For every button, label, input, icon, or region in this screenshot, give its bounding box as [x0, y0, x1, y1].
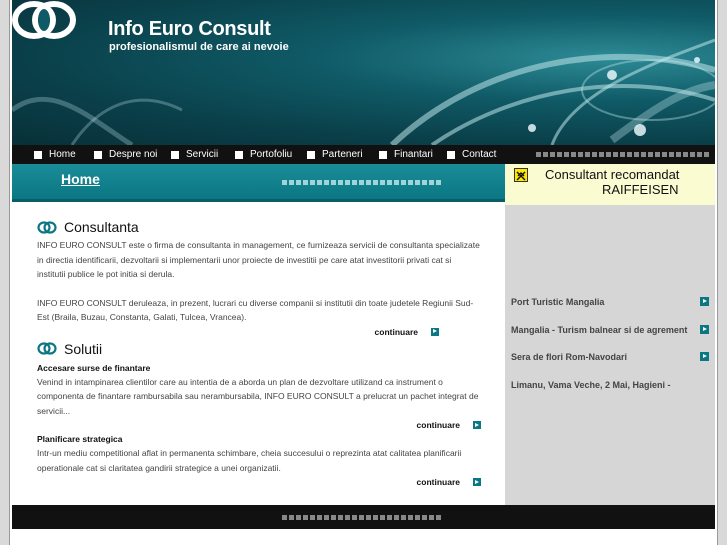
continuare-link-finantare[interactable]: continuare [37, 420, 481, 430]
solutii-subhead-finantare: Accesare surse de finantare [37, 362, 151, 373]
logo-icon [12, 1, 76, 39]
section-header-bar: Home [12, 164, 505, 202]
nav-label: Contact [462, 149, 497, 160]
bullet-icon [171, 150, 179, 159]
heading-text: Consultanta [64, 219, 139, 235]
nav-item-parteneri[interactable]: Parteneri [307, 149, 363, 160]
nav-label: Finantari [394, 149, 433, 160]
solutii-text-finantare: Venind in intampinarea clientilor care a… [37, 376, 479, 416]
promo-raiffeisen[interactable]: Consultant recomandat RAIFFEISEN [505, 164, 715, 205]
page: Info Euro Consult profesionalismul de ca… [0, 0, 727, 545]
nav-item-despre-noi[interactable]: Despre noi [94, 149, 157, 160]
footer-decorative-dots [282, 515, 441, 520]
continuare-label: continuare [416, 420, 460, 430]
bullet-icon [34, 150, 42, 159]
arrow-right-icon [700, 352, 709, 361]
bullet-icon [447, 150, 455, 159]
sidebar-link-label: Sera de flori Rom-Navodari [511, 352, 628, 362]
promo-line-2: RAIFFEISEN [602, 182, 679, 197]
nav-item-finantari[interactable]: Finantari [379, 149, 433, 160]
nav-item-portofoliu[interactable]: Portofoliu [235, 149, 292, 160]
nav-item-contact[interactable]: Contact [447, 149, 496, 160]
logo-small-icon [37, 220, 57, 234]
brand-subtitle: profesionalismul de care ai nevoie [109, 41, 289, 53]
sidebar-link-port-mangalia[interactable]: Port Turistic Mangalia [511, 297, 709, 307]
solutii-text-planificare: Intr-un mediu competitional aflat in per… [37, 448, 462, 473]
sidebar-link-label: Limanu, Vama Veche, 2 Mai, Hagieni - [511, 380, 671, 390]
nav-decorative-dots [536, 152, 709, 157]
arrow-right-icon [431, 327, 439, 336]
consultanta-paragraph-1: INFO EURO CONSULT este o firma de consul… [37, 240, 480, 279]
arrow-right-icon [700, 297, 709, 306]
promo-line-1: Consultant recomandat [545, 167, 680, 182]
page-title: Home [61, 171, 100, 187]
main-content: Consultanta INFO EURO CONSULT este o fir… [37, 219, 481, 487]
nav-item-servicii[interactable]: Servicii [171, 149, 218, 160]
header-banner: Info Euro Consult profesionalismul de ca… [12, 0, 715, 145]
bullet-icon [235, 150, 243, 159]
sidebar-link-label: Mangalia - Turism balnear si de agrement [511, 325, 688, 335]
nav-label: Servicii [186, 149, 219, 160]
continuare-label: continuare [374, 326, 418, 337]
continuare-link-planificare[interactable]: continuare [37, 477, 481, 487]
sidebar-link-mangalia-turism[interactable]: Mangalia - Turism balnear si de agrement [511, 325, 709, 335]
sidebar-link-limanu[interactable]: Limanu, Vama Veche, 2 Mai, Hagieni - [511, 380, 709, 390]
solutii-heading: Solutii [37, 341, 481, 357]
main-nav: Home Despre noi Servicii Portofoliu Part… [12, 145, 715, 164]
solutii-subhead-planificare: Planificare strategica [37, 434, 123, 444]
footer-bar [12, 505, 715, 529]
nav-label: Home [49, 149, 76, 160]
nav-label: Parteneri [322, 149, 363, 160]
bullet-icon [94, 150, 102, 159]
section-decorative-dots [282, 180, 441, 185]
nav-label: Despre noi [109, 149, 158, 160]
bullet-icon [307, 150, 315, 159]
bullet-icon [379, 150, 387, 159]
continuare-label: continuare [416, 477, 460, 487]
right-sidebar: Consultant recomandat RAIFFEISEN Port Tu… [505, 164, 715, 505]
brand-title: Info Euro Consult [108, 18, 271, 40]
arrow-right-icon [473, 478, 481, 486]
continuare-link-consultanta[interactable]: continuare [37, 327, 439, 337]
heading-text: Solutii [64, 340, 103, 357]
arrow-right-icon [473, 421, 481, 429]
sidebar-link-sera-flori[interactable]: Sera de flori Rom-Navodari [511, 352, 709, 362]
sidebar-link-label: Port Turistic Mangalia [511, 297, 605, 307]
logo-small-icon [37, 342, 57, 355]
consultanta-paragraph-2: INFO EURO CONSULT deruleaza, in prezent,… [37, 297, 474, 323]
raiffeisen-logo-icon [514, 168, 528, 182]
nav-item-home[interactable]: Home [34, 149, 76, 160]
nav-label: Portofoliu [250, 149, 293, 160]
arrow-right-icon [700, 325, 709, 334]
consultanta-heading: Consultanta [37, 219, 481, 235]
